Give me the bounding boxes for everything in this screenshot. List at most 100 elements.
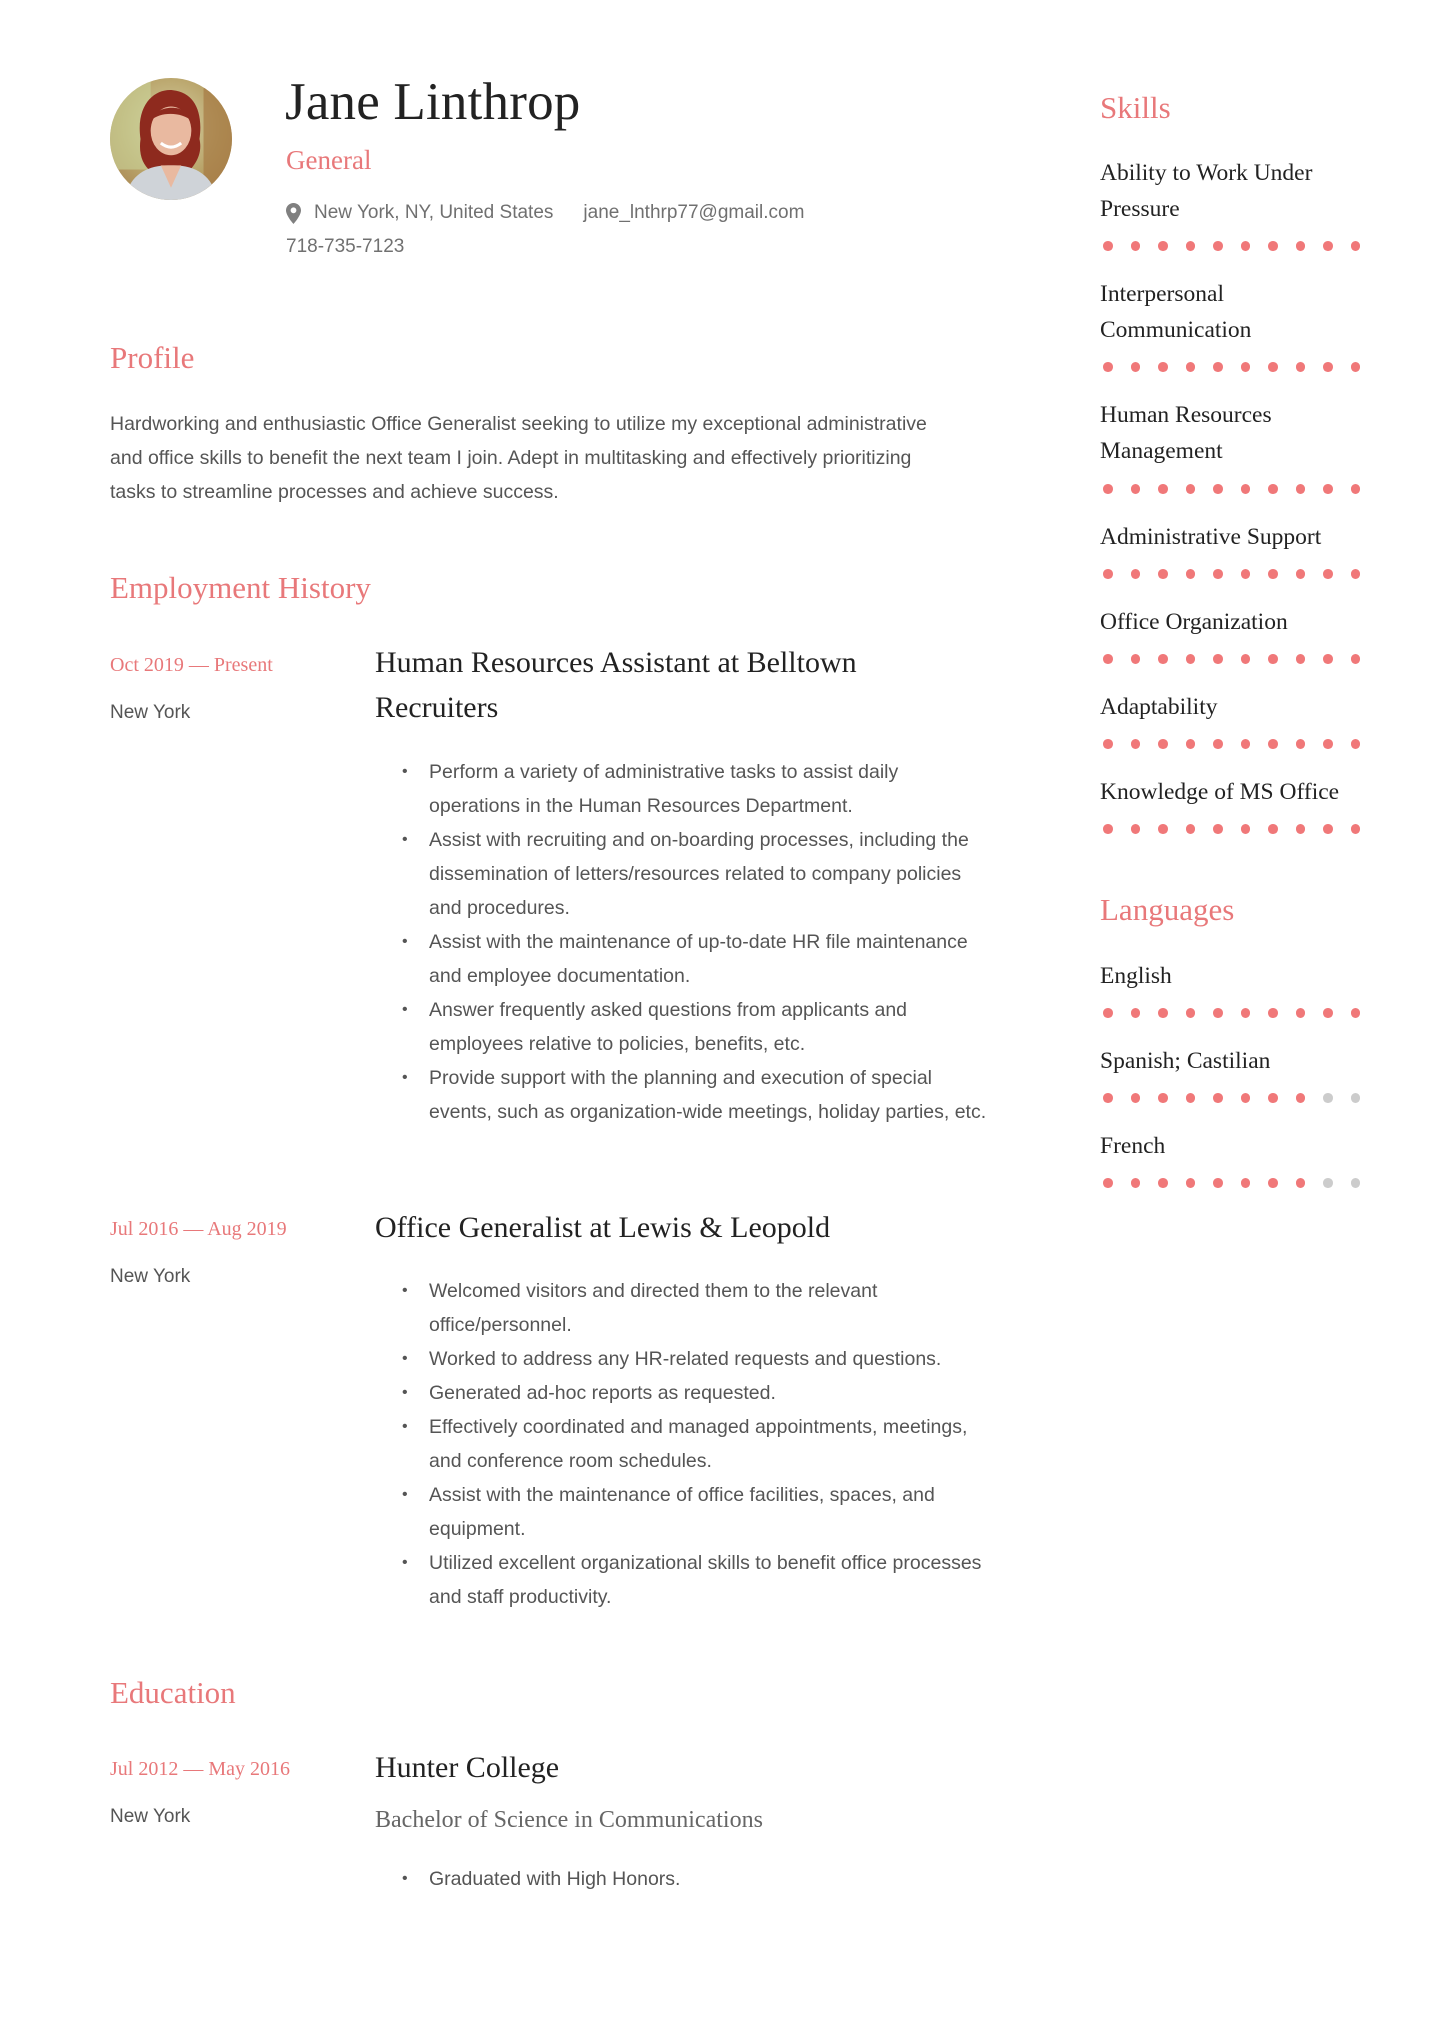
- job-dates: Jul 2016 — Aug 2019: [110, 1218, 287, 1240]
- skill-rating: [1103, 654, 1360, 664]
- rating-dot-filled: [1240, 362, 1250, 372]
- rating-dot-filled: [1240, 654, 1250, 664]
- rating-dot-filled: [1213, 824, 1223, 834]
- rating-dot-filled: [1268, 739, 1278, 749]
- profile-summary: Hardworking and enthusiastic Office Gene…: [110, 413, 927, 503]
- job-bullet: Assist with recruiting and on-boarding p…: [402, 823, 992, 925]
- rating-dot-filled: [1323, 241, 1333, 251]
- rating-dot-filled: [1213, 569, 1223, 579]
- education-location: New York: [110, 1806, 191, 1827]
- rating-dot-filled: [1268, 1008, 1278, 1018]
- rating-dot-filled: [1158, 824, 1168, 834]
- rating-dot-filled: [1103, 362, 1113, 372]
- rating-dot-filled: [1268, 362, 1278, 372]
- contact-email[interactable]: jane_lnthrp77@gmail.com: [583, 202, 804, 224]
- rating-dot-filled: [1323, 362, 1333, 372]
- skill-name: Adaptability: [1100, 694, 1218, 720]
- rating-dot-filled: [1240, 1178, 1250, 1188]
- job-bullet: Answer frequently asked questions from a…: [402, 993, 992, 1061]
- contact-phone[interactable]: 718-735-7123: [286, 236, 404, 258]
- job-bullet-list: Perform a variety of administrative task…: [402, 755, 992, 1129]
- employment-heading: Employment History: [110, 570, 371, 605]
- skill-rating: [1103, 241, 1360, 251]
- language-rating: [1103, 1093, 1360, 1103]
- rating-dot-filled: [1323, 1008, 1333, 1018]
- rating-dot-filled: [1240, 739, 1250, 749]
- rating-dot-filled: [1103, 569, 1113, 579]
- rating-dot-filled: [1240, 569, 1250, 579]
- language-rating: [1103, 1008, 1360, 1018]
- job-position-title: Human Resources Assistant at Belltown Re…: [375, 646, 857, 724]
- rating-dot-filled: [1213, 654, 1223, 664]
- rating-dot-filled: [1213, 1093, 1223, 1103]
- skill-name: Interpersonal Communication: [1100, 281, 1252, 343]
- language-name: Spanish; Castilian: [1100, 1048, 1271, 1074]
- language-name: French: [1100, 1133, 1166, 1159]
- rating-dot-filled: [1185, 1178, 1195, 1188]
- rating-dot-filled: [1130, 824, 1140, 834]
- contact-info: New York, NY, United States jane_lnthrp7…: [286, 202, 804, 224]
- rating-dot-filled: [1185, 484, 1195, 494]
- rating-dot-filled: [1103, 1093, 1113, 1103]
- job-title: General: [286, 145, 372, 175]
- rating-dot-empty: [1350, 1178, 1360, 1188]
- education-dates: Jul 2012 — May 2016: [110, 1758, 290, 1780]
- rating-dot-filled: [1103, 739, 1113, 749]
- skill-rating: [1103, 569, 1360, 579]
- profile-photo: [110, 78, 232, 200]
- education-bullet: Graduated with High Honors.: [402, 1862, 992, 1896]
- job-bullet: Worked to address any HR-related request…: [402, 1342, 992, 1376]
- skill-name: Ability to Work Under Pressure: [1100, 160, 1313, 222]
- job-bullet-list: Welcomed visitors and directed them to t…: [402, 1274, 992, 1614]
- contact-location: New York, NY, United States: [314, 202, 554, 223]
- rating-dot-filled: [1103, 654, 1113, 664]
- skill-rating: [1103, 824, 1360, 834]
- rating-dot-filled: [1295, 1093, 1305, 1103]
- rating-dot-filled: [1350, 569, 1360, 579]
- rating-dot-filled: [1103, 484, 1113, 494]
- job-bullet: Assist with the maintenance of up-to-dat…: [402, 925, 992, 993]
- school-name: Hunter College: [375, 1751, 560, 1784]
- job-bullet: Utilized excellent organizational skills…: [402, 1546, 992, 1614]
- job-location: New York: [110, 1266, 191, 1287]
- rating-dot-filled: [1240, 484, 1250, 494]
- rating-dot-filled: [1130, 241, 1140, 251]
- rating-dot-filled: [1213, 241, 1223, 251]
- rating-dot-filled: [1295, 484, 1305, 494]
- rating-dot-filled: [1240, 824, 1250, 834]
- rating-dot-filled: [1350, 241, 1360, 251]
- rating-dot-filled: [1213, 1178, 1223, 1188]
- rating-dot-filled: [1350, 654, 1360, 664]
- rating-dot-filled: [1295, 1178, 1305, 1188]
- rating-dot-filled: [1185, 1093, 1195, 1103]
- rating-dot-filled: [1240, 241, 1250, 251]
- rating-dot-filled: [1240, 1008, 1250, 1018]
- skill-name: Knowledge of MS Office: [1100, 779, 1340, 805]
- education-bullet-list: Graduated with High Honors.: [402, 1862, 992, 1896]
- rating-dot-filled: [1130, 654, 1140, 664]
- job-location: New York: [110, 702, 191, 723]
- rating-dot-filled: [1185, 824, 1195, 834]
- languages-heading: Languages: [1100, 892, 1235, 927]
- rating-dot-filled: [1130, 1008, 1140, 1018]
- rating-dot-filled: [1185, 362, 1195, 372]
- rating-dot-filled: [1103, 824, 1113, 834]
- rating-dot-filled: [1158, 484, 1168, 494]
- rating-dot-filled: [1268, 1093, 1278, 1103]
- education-heading: Education: [110, 1675, 236, 1710]
- rating-dot-filled: [1268, 484, 1278, 494]
- rating-dot-filled: [1213, 484, 1223, 494]
- job-bullet: Welcomed visitors and directed them to t…: [402, 1274, 992, 1342]
- rating-dot-filled: [1323, 739, 1333, 749]
- rating-dot-filled: [1158, 1093, 1168, 1103]
- rating-dot-filled: [1350, 1008, 1360, 1018]
- job-bullet: Effectively coordinated and managed appo…: [402, 1410, 992, 1478]
- rating-dot-filled: [1158, 739, 1168, 749]
- rating-dot-filled: [1185, 739, 1195, 749]
- avatar: [110, 78, 232, 200]
- job-bullet: Perform a variety of administrative task…: [402, 755, 992, 823]
- rating-dot-filled: [1158, 569, 1168, 579]
- skill-name: Administrative Support: [1100, 524, 1322, 550]
- rating-dot-filled: [1158, 362, 1168, 372]
- rating-dot-filled: [1213, 739, 1223, 749]
